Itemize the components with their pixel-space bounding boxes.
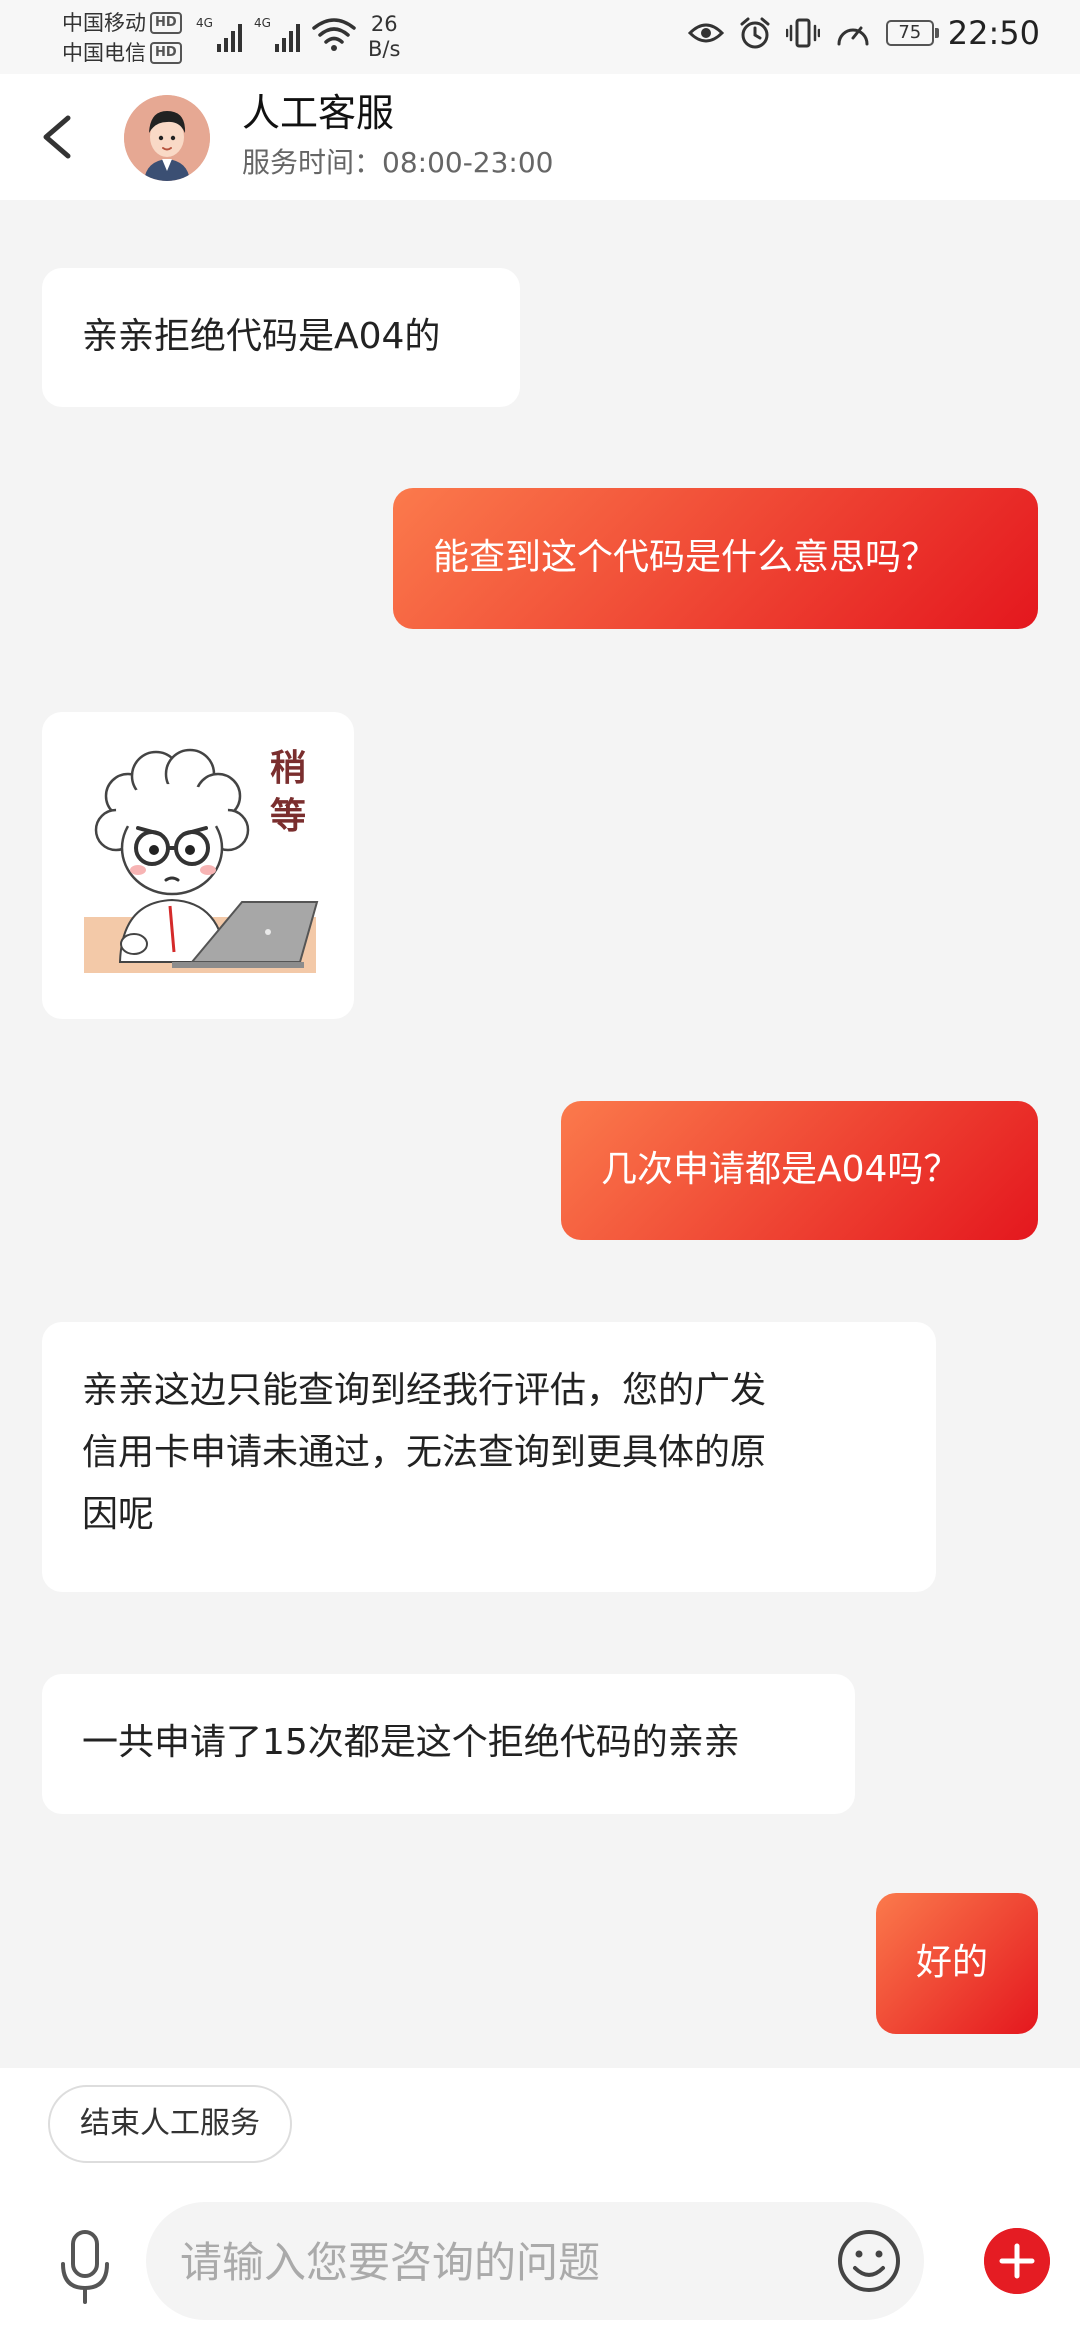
- message-text-line: 因呢: [82, 1494, 155, 1535]
- chat-header: 人工客服 服务时间：08:00-23:00: [0, 74, 1080, 200]
- message-input-container: [146, 2202, 924, 2320]
- agent-avatar[interactable]: [124, 95, 210, 181]
- sticker-text-1: 稍: [270, 748, 306, 789]
- alarm-icon: [740, 17, 770, 49]
- network-speed-unit: B/s: [368, 37, 401, 61]
- wait-sticker-image: 稍 等: [84, 748, 319, 973]
- status-icons: 75 22:50: [687, 14, 1040, 52]
- wifi-icon: [312, 18, 356, 51]
- speedometer-icon: [837, 26, 869, 46]
- plus-button[interactable]: [984, 2228, 1050, 2294]
- agent-sticker-message: 稍 等: [42, 712, 354, 1019]
- microphone-icon[interactable]: [52, 2226, 118, 2310]
- service-hours: 服务时间：08:00-23:00: [242, 146, 554, 179]
- network-speed: 26 B/s: [368, 12, 400, 62]
- battery-indicator: 75: [885, 20, 939, 46]
- network-speed-value: 26: [370, 12, 398, 36]
- message-text-line: 亲亲这边只能查询到经我行评估，您的广发: [82, 1370, 767, 1411]
- message-text: 亲亲拒绝代码是A04的: [82, 316, 441, 357]
- message-text: 能查到这个代码是什么意思吗？: [433, 537, 938, 578]
- carrier-1-label: 中国移动: [62, 11, 146, 35]
- message-text: 一共申请了15次都是这个拒绝代码的亲亲: [82, 1722, 740, 1763]
- carrier-2-label: 中国电信: [62, 41, 146, 65]
- agent-avatar-image: [124, 95, 210, 181]
- status-bar: 中国移动 HD 中国电信 HD 4G 4G 26 B/s 75 22:50: [0, 0, 1080, 74]
- sticker-text-2: 等: [270, 796, 306, 837]
- header-title: 人工客服: [242, 91, 395, 135]
- hd-badge: HD: [150, 42, 182, 64]
- emoji-icon[interactable]: [836, 2228, 902, 2294]
- eye-icon: [687, 23, 724, 43]
- user-message: 能查到这个代码是什么意思吗？: [393, 488, 1038, 629]
- vibrate-icon: [785, 18, 820, 48]
- carrier-info: 中国移动 HD 中国电信 HD: [62, 8, 182, 68]
- end-human-service-button[interactable]: 结束人工服务: [48, 2085, 292, 2163]
- agent-message: 亲亲拒绝代码是A04的: [42, 268, 520, 407]
- agent-message: 一共申请了15次都是这个拒绝代码的亲亲: [42, 1674, 855, 1814]
- message-text: 好的: [916, 1942, 989, 1983]
- network-type-label: 4G: [254, 16, 271, 30]
- agent-message: 亲亲这边只能查询到经我行评估，您的广发 信用卡申请未通过，无法查询到更具体的原 …: [42, 1322, 936, 1592]
- network-type-label: 4G: [196, 16, 213, 30]
- message-input[interactable]: [178, 2224, 782, 2300]
- message-text: 几次申请都是A04吗？: [601, 1149, 960, 1190]
- signal-icon: 4G: [254, 16, 300, 52]
- user-message: 几次申请都是A04吗？: [561, 1101, 1038, 1240]
- clock: 22:50: [947, 14, 1040, 52]
- back-button[interactable]: [30, 104, 90, 170]
- signal-icon: 4G: [196, 16, 242, 52]
- message-text-line: 信用卡申请未通过，无法查询到更具体的原: [82, 1432, 767, 1473]
- hd-badge: HD: [150, 12, 182, 34]
- user-message: 好的: [876, 1893, 1038, 2034]
- input-panel: 结束人工服务: [0, 2068, 1080, 2340]
